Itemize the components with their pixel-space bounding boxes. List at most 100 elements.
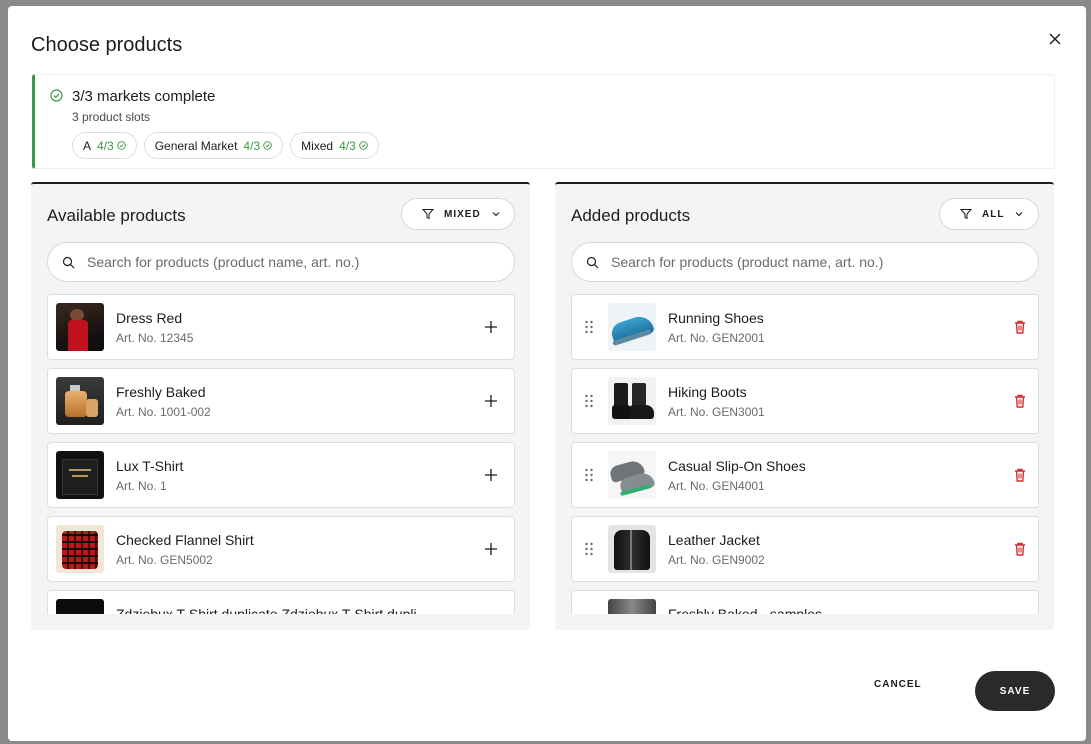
product-thumbnail [608, 451, 656, 499]
market-chip: Mixed 4/3 [290, 132, 379, 159]
product-name: Hiking Boots [668, 384, 747, 400]
product-art-no: Art. No. GEN4001 [668, 479, 765, 493]
add-product-button[interactable] [482, 392, 500, 410]
plus-icon [485, 469, 497, 481]
drag-handle-icon[interactable] [584, 394, 594, 408]
market-chip-name: A [83, 138, 92, 153]
dialog-title: Choose products [31, 34, 183, 56]
delete-product-button[interactable] [1013, 319, 1027, 335]
choose-products-dialog: Choose products 3/3 markets complete 3 p… [8, 6, 1086, 741]
trash-icon [1015, 468, 1025, 482]
add-product-button[interactable] [482, 540, 500, 558]
market-chip: A 4/3 [72, 132, 137, 159]
add-product-button[interactable] [482, 466, 500, 484]
cancel-button[interactable]: CANCEL [874, 679, 922, 690]
product-art-no: Art. No. GEN2001 [668, 331, 765, 345]
delete-product-button[interactable] [1013, 541, 1027, 557]
product-name: Checked Flannel Shirt [116, 532, 254, 548]
product-name: Leather Jacket [668, 532, 760, 548]
market-chip-name: General Market [154, 138, 238, 153]
product-art-no: Art. No. GEN9002 [668, 553, 765, 567]
product-art-no: Art. No. 1001-002 [116, 405, 211, 419]
product-name: Dress Red [116, 310, 183, 326]
product-name: Casual Slip-On Shoes [668, 458, 806, 474]
filter-icon [422, 209, 434, 220]
product-thumbnail [608, 377, 656, 425]
check-circle-icon [359, 141, 368, 150]
save-button[interactable]: SAVE [975, 671, 1055, 711]
market-chip: General Market 4/3 [143, 132, 284, 159]
product-thumbnail [608, 525, 656, 573]
available-product-item: Checked Flannel Shirt Art. No. GEN5002 [47, 516, 515, 582]
plus-icon [485, 543, 497, 555]
check-circle-icon [50, 89, 63, 107]
available-product-item: Freshly Baked Art. No. 1001-002 [47, 368, 515, 434]
drag-handle-icon[interactable] [584, 542, 594, 556]
product-thumbnail [608, 599, 656, 614]
filter-icon [960, 209, 972, 220]
markets-status-subtitle: 3 product slots [72, 110, 151, 124]
product-thumbnail [56, 599, 104, 614]
market-chip-count: 4/3 [339, 138, 356, 153]
market-chip-count: 4/3 [97, 138, 114, 153]
added-product-item: Leather Jacket Art. No. GEN9002 [571, 516, 1039, 582]
product-art-no: Art. No. GEN5002 [116, 553, 213, 567]
available-products-panel: Available products MIXED Dress Red Art. … [31, 182, 530, 630]
filter-label: ALL [982, 208, 1005, 220]
search-icon [62, 256, 75, 268]
product-art-no: Art. No. 1 [116, 479, 167, 493]
added-search-input[interactable] [611, 254, 1031, 270]
product-name: Freshly Baked [116, 384, 206, 400]
available-search-input[interactable] [87, 254, 507, 270]
added-filter-dropdown[interactable]: ALL [939, 198, 1039, 230]
added-products-list: Running Shoes Art. No. GEN2001 Hiking Bo… [571, 294, 1039, 614]
product-name: Running Shoes [668, 310, 764, 326]
added-search-field[interactable] [571, 242, 1039, 282]
trash-icon [1015, 394, 1025, 408]
added-product-item: Hiking Boots Art. No. GEN3001 [571, 368, 1039, 434]
available-product-item: Zdziebux T-Shirt duplicate Zdziebux T-Sh… [47, 590, 515, 614]
product-name: Zdziebux T-Shirt duplicate Zdziebux T-Sh… [116, 606, 429, 614]
product-thumbnail [56, 525, 104, 573]
available-product-item: Lux T-Shirt Art. No. 1 [47, 442, 515, 508]
close-icon[interactable] [1046, 30, 1064, 48]
product-name: Lux T-Shirt [116, 458, 184, 474]
product-name: Freshly Baked - samples [668, 606, 823, 614]
product-art-no: Art. No. GEN3001 [668, 405, 765, 419]
delete-product-button[interactable] [1013, 467, 1027, 483]
market-chip-count: 4/3 [243, 138, 261, 153]
chevron-down-icon [1016, 212, 1023, 217]
added-product-item: Running Shoes Art. No. GEN2001 [571, 294, 1039, 360]
markets-status-card: 3/3 markets complete 3 product slots A 4… [32, 74, 1055, 169]
added-products-title: Added products [571, 206, 691, 225]
added-product-item: Casual Slip-On Shoes Art. No. GEN4001 [571, 442, 1039, 508]
product-thumbnail [56, 377, 104, 425]
product-thumbnail [56, 451, 104, 499]
available-products-title: Available products [47, 206, 186, 225]
market-chip-name: Mixed [301, 138, 334, 153]
added-products-panel: Added products ALL Running Shoes Art. No… [555, 182, 1054, 630]
chevron-down-icon [492, 212, 500, 217]
available-search-field[interactable] [47, 242, 515, 282]
drag-handle-icon[interactable] [584, 320, 594, 334]
add-product-button[interactable] [482, 318, 500, 336]
plus-icon [485, 395, 497, 407]
trash-icon [1015, 320, 1025, 334]
check-circle-icon [116, 141, 126, 150]
added-product-item: Freshly Baked - samples [571, 590, 1039, 614]
plus-icon [485, 321, 497, 333]
search-icon [586, 256, 599, 268]
markets-status-title: 3/3 markets complete [72, 88, 216, 105]
product-thumbnail [56, 303, 104, 351]
delete-product-button[interactable] [1013, 393, 1027, 409]
market-chips: A 4/3 General Market 4/3 Mixed 4/3 [72, 132, 379, 159]
trash-icon [1015, 542, 1025, 556]
drag-handle-icon[interactable] [584, 468, 594, 482]
available-filter-dropdown[interactable]: MIXED [401, 198, 515, 230]
available-product-item: Dress Red Art. No. 12345 [47, 294, 515, 360]
product-art-no: Art. No. 12345 [116, 331, 194, 345]
available-products-list: Dress Red Art. No. 12345 Freshly Baked A… [47, 294, 515, 614]
check-circle-icon [263, 141, 272, 150]
product-thumbnail [608, 303, 656, 351]
filter-label: MIXED [444, 208, 481, 220]
